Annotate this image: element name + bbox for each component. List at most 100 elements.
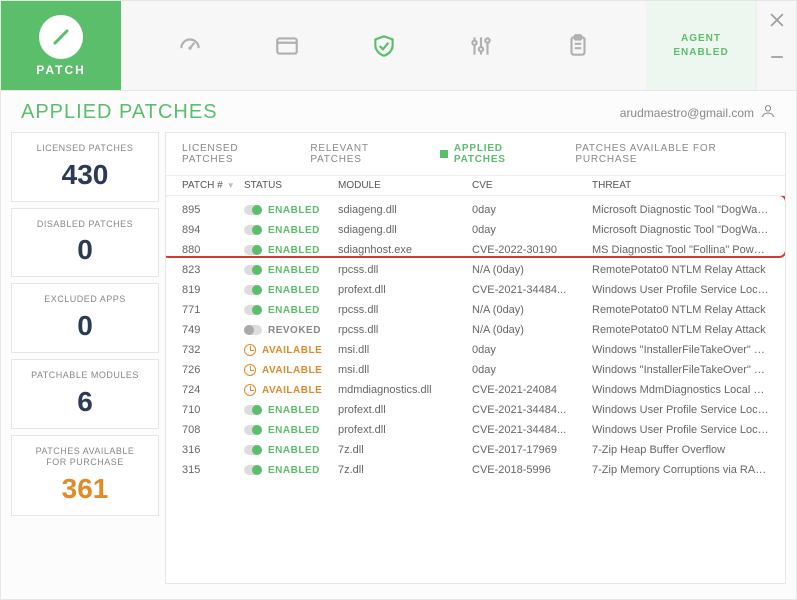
table-row[interactable]: 732AVAILABLEmsi.dll0dayWindows "Installe…: [182, 340, 769, 360]
cell-cve: CVE-2021-24084: [472, 384, 592, 396]
cell-cve: CVE-2021-34484...: [472, 424, 592, 436]
cell-threat: 7-Zip Heap Buffer Overflow: [592, 444, 769, 456]
table-row[interactable]: 819ENABLEDprofext.dllCVE-2021-34484...Wi…: [182, 280, 769, 300]
table-row[interactable]: 726AVAILABLEmsi.dll0dayWindows "Installe…: [182, 360, 769, 380]
status-text: ENABLED: [268, 225, 320, 236]
cell-status[interactable]: AVAILABLE: [244, 344, 338, 356]
cell-status[interactable]: ENABLED: [244, 405, 338, 416]
table-row[interactable]: 316ENABLED7z.dllCVE-2017-179697-Zip Heap…: [182, 440, 769, 460]
cell-status[interactable]: ENABLED: [244, 245, 338, 256]
sliders-icon[interactable]: [468, 33, 494, 59]
shield-icon[interactable]: [371, 33, 397, 59]
cell-threat: Windows User Profile Service Local ...: [592, 284, 769, 296]
toggle-on-icon: [244, 425, 262, 435]
cell-module: profext.dll: [338, 284, 472, 296]
cell-threat: RemotePotato0 NTLM Relay Attack: [592, 324, 769, 336]
cell-cve: CVE-2021-34484...: [472, 284, 592, 296]
minimize-icon[interactable]: [770, 50, 784, 69]
agent-status-tile[interactable]: AGENT ENABLED: [646, 1, 756, 90]
stat-label: PATCHES AVAILABLE FOR PURCHASE: [16, 446, 154, 469]
account-info[interactable]: arudmaestro@gmail.com: [620, 103, 776, 122]
status-text: ENABLED: [268, 445, 320, 456]
cell-module: profext.dll: [338, 404, 472, 416]
stat-card[interactable]: DISABLED PATCHES0: [11, 208, 159, 278]
stat-value: 430: [16, 159, 154, 191]
cell-patch: 710: [182, 404, 244, 416]
tab-bar: LICENSED PATCHES RELEVANT PATCHES APPLIED …: [166, 133, 785, 176]
cell-threat: Microsoft Diagnostic Tool "DogWalk"...: [592, 224, 769, 236]
cell-status[interactable]: ENABLED: [244, 445, 338, 456]
col-module[interactable]: MODULE: [338, 180, 472, 191]
cell-status[interactable]: ENABLED: [244, 205, 338, 216]
cell-cve: CVE-2018-5996: [472, 464, 592, 476]
table-row[interactable]: 708ENABLEDprofext.dllCVE-2021-34484...Wi…: [182, 420, 769, 440]
tab[interactable]: APPLIED PATCHES: [440, 143, 551, 165]
table-row[interactable]: 749REVOKEDrpcss.dllN/A (0day)RemotePotat…: [182, 320, 769, 340]
tab[interactable]: LICENSED PATCHES: [182, 143, 286, 165]
cell-threat: RemotePotato0 NTLM Relay Attack: [592, 304, 769, 316]
table-header: PATCH # ▼ STATUS MODULE CVE THREAT: [166, 176, 785, 196]
cell-module: rpcss.dll: [338, 304, 472, 316]
cell-status[interactable]: AVAILABLE: [244, 364, 338, 376]
tab[interactable]: RELEVANT PATCHES: [310, 143, 416, 165]
col-patch[interactable]: PATCH # ▼: [182, 180, 244, 191]
table-row[interactable]: 880ENABLEDsdiagnhost.exeCVE-2022-30190MS…: [182, 240, 769, 260]
table-row[interactable]: 710ENABLEDprofext.dllCVE-2021-34484...Wi…: [182, 400, 769, 420]
cell-module: rpcss.dll: [338, 324, 472, 336]
dashboard-icon[interactable]: [177, 33, 203, 59]
stat-card[interactable]: EXCLUDED APPS0: [11, 283, 159, 353]
status-text: ENABLED: [268, 465, 320, 476]
logo-tile[interactable]: PATCH: [1, 1, 121, 90]
cell-status[interactable]: ENABLED: [244, 425, 338, 436]
cell-module: rpcss.dll: [338, 264, 472, 276]
table-row[interactable]: 724AVAILABLEmdmdiagnostics.dllCVE-2021-2…: [182, 380, 769, 400]
browser-icon[interactable]: [274, 33, 300, 59]
cell-cve: N/A (0day): [472, 264, 592, 276]
col-threat[interactable]: THREAT: [592, 180, 769, 191]
stat-value: 6: [16, 386, 154, 418]
toggle-on-icon: [244, 225, 262, 235]
stat-card[interactable]: LICENSED PATCHES430: [11, 132, 159, 202]
toggle-on-icon: [244, 285, 262, 295]
table-row[interactable]: 894ENABLEDsdiageng.dll0dayMicrosoft Diag…: [182, 220, 769, 240]
table-row[interactable]: 895ENABLEDsdiageng.dll0dayMicrosoft Diag…: [182, 200, 769, 220]
status-text: ENABLED: [268, 245, 320, 256]
status-text: ENABLED: [268, 265, 320, 276]
col-cve[interactable]: CVE: [472, 180, 592, 191]
cell-status[interactable]: ENABLED: [244, 265, 338, 276]
stat-label: EXCLUDED APPS: [16, 294, 154, 306]
cell-module: profext.dll: [338, 424, 472, 436]
topbar: PATCH AGENT ENABLED: [1, 1, 796, 91]
stat-label: PATCHABLE MODULES: [16, 370, 154, 382]
cell-module: msi.dll: [338, 344, 472, 356]
cell-patch: 732: [182, 344, 244, 356]
table-row[interactable]: 315ENABLED7z.dllCVE-2018-59967-Zip Memor…: [182, 460, 769, 480]
stat-card[interactable]: PATCHABLE MODULES 6: [11, 359, 159, 429]
toggle-on-icon: [244, 405, 262, 415]
cell-threat: Windows "InstallerFileTakeOver" Loc...: [592, 344, 769, 356]
cell-status[interactable]: ENABLED: [244, 305, 338, 316]
cell-status[interactable]: ENABLED: [244, 225, 338, 236]
toggle-on-icon: [244, 245, 262, 255]
status-text: AVAILABLE: [262, 345, 322, 356]
toggle-off-icon: [244, 325, 262, 335]
account-email: arudmaestro@gmail.com: [620, 106, 754, 120]
table-row[interactable]: 823ENABLEDrpcss.dllN/A (0day)RemotePotat…: [182, 260, 769, 280]
clock-icon: [244, 384, 256, 396]
user-icon: [760, 103, 776, 122]
cell-threat: Windows User Profile Service Local ...: [592, 404, 769, 416]
stat-card[interactable]: PATCHES AVAILABLE FOR PURCHASE361: [11, 435, 159, 516]
clipboard-icon[interactable]: [565, 33, 591, 59]
cell-status[interactable]: ENABLED: [244, 285, 338, 296]
cell-status[interactable]: AVAILABLE: [244, 384, 338, 396]
col-status[interactable]: STATUS: [244, 180, 338, 191]
cell-cve: N/A (0day): [472, 324, 592, 336]
cell-patch: 749: [182, 324, 244, 336]
cell-patch: 819: [182, 284, 244, 296]
tab[interactable]: PATCHES AVAILABLE FOR PURCHASE: [575, 143, 769, 165]
cell-status[interactable]: ENABLED: [244, 465, 338, 476]
close-icon[interactable]: [770, 13, 784, 32]
table-row[interactable]: 771ENABLEDrpcss.dllN/A (0day)RemotePotat…: [182, 300, 769, 320]
cell-module: 7z.dll: [338, 444, 472, 456]
cell-status[interactable]: REVOKED: [244, 325, 338, 336]
